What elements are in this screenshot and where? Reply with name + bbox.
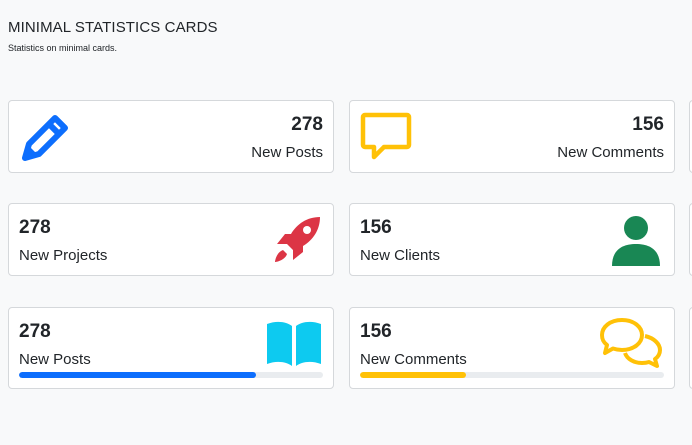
stat-label: New Comments	[557, 144, 664, 161]
book-icon	[267, 321, 321, 366]
stat-card-new-clients: 156 New Clients	[349, 203, 675, 276]
stat-card-new-comments-progress: 156 New Comments	[349, 307, 675, 389]
user-icon	[612, 216, 660, 266]
stat-value: 278	[19, 217, 51, 238]
progress-track	[360, 372, 664, 378]
stat-label: New Comments	[360, 351, 467, 368]
stat-value: 278	[291, 114, 323, 135]
stat-label: New Posts	[251, 144, 323, 161]
page-subtitle: Statistics on minimal cards.	[8, 43, 118, 53]
chat-bubbles-icon	[600, 318, 662, 368]
stat-label: New Clients	[360, 247, 441, 264]
stat-card-new-projects: 278 New Projects	[8, 203, 334, 276]
stat-card-new-posts-progress: 278 New Posts	[8, 307, 334, 389]
stat-label: New Projects	[19, 247, 108, 264]
stat-card-new-comments: 156 New Comments	[349, 100, 675, 173]
progress-bar	[360, 372, 467, 378]
stat-value: 156	[360, 321, 392, 342]
stat-value: 156	[360, 217, 392, 238]
stat-value: 156	[632, 114, 664, 135]
rocket-icon	[275, 217, 320, 262]
stat-value: 278	[19, 321, 51, 342]
progress-track	[19, 372, 323, 378]
stat-card-new-posts: 278 New Posts	[8, 100, 334, 173]
page-title: MINIMAL STATISTICS CARDS	[8, 19, 218, 36]
stat-label: New Posts	[19, 351, 91, 368]
speech-bubble-icon	[360, 112, 412, 160]
pencil-icon	[22, 115, 68, 161]
progress-bar	[19, 372, 257, 378]
